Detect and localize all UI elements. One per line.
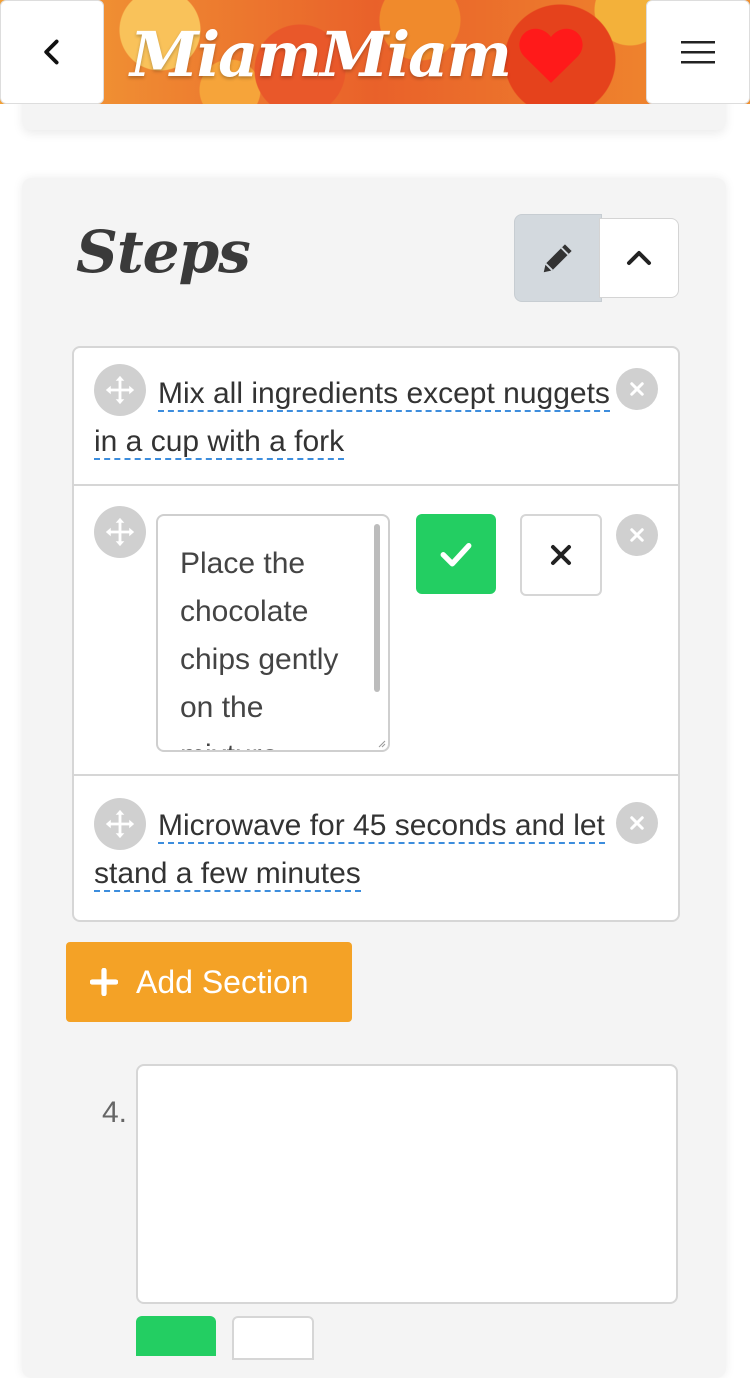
close-icon — [630, 528, 644, 542]
step-edit-text: Place the chocolate chips gently on the … — [180, 547, 339, 750]
step-edit-textarea[interactable]: Place the chocolate chips gently on the … — [156, 514, 390, 752]
move-arrows-icon — [105, 517, 135, 547]
checkmark-icon — [440, 543, 472, 567]
app-header: MiamMiam — [0, 0, 750, 104]
collapse-section-button[interactable] — [599, 218, 679, 298]
close-icon — [551, 545, 571, 565]
remove-step-button[interactable] — [616, 368, 658, 410]
close-icon — [630, 382, 644, 396]
add-section-label: Add Section — [136, 963, 309, 1000]
remove-step-button[interactable] — [616, 514, 658, 556]
step-item-editing: Place the chocolate chips gently on the … — [74, 486, 678, 776]
step-text[interactable]: Mix all ingredients except nuggets in a … — [94, 370, 612, 466]
app-logo[interactable]: MiamMiam — [130, 14, 584, 94]
remove-step-button[interactable] — [616, 802, 658, 844]
hamburger-icon — [681, 41, 715, 64]
add-section-button[interactable]: Add Section — [66, 942, 352, 1022]
pencil-icon — [543, 244, 572, 273]
save-new-step-button[interactable] — [136, 1316, 216, 1356]
new-step-textarea[interactable] — [136, 1064, 678, 1304]
steps-list: Mix all ingredients except nuggets in a … — [72, 346, 680, 922]
step-item: Microwave for 45 seconds and let stand a… — [74, 776, 678, 920]
save-step-button[interactable] — [416, 514, 496, 594]
cancel-new-step-button[interactable] — [232, 1316, 314, 1360]
step-item: Mix all ingredients except nuggets in a … — [74, 348, 678, 486]
step-text[interactable]: Microwave for 45 seconds and let stand a… — [94, 802, 612, 898]
plus-icon — [90, 968, 118, 996]
menu-button[interactable] — [646, 0, 750, 104]
cancel-edit-button[interactable] — [520, 514, 602, 596]
chevron-left-icon — [44, 39, 59, 65]
chevron-up-icon — [627, 251, 651, 265]
resize-grip-icon[interactable] — [376, 738, 386, 748]
textarea-scrollbar[interactable] — [374, 524, 380, 692]
new-step-number: 4. — [102, 1096, 128, 1129]
section-title: Steps — [76, 218, 251, 286]
edit-steps-button[interactable] — [514, 214, 602, 302]
heart-icon — [519, 28, 583, 83]
drag-handle[interactable] — [94, 506, 146, 558]
back-button[interactable] — [0, 0, 104, 104]
close-icon — [630, 816, 644, 830]
app-name: MiamMiam — [130, 17, 512, 91]
